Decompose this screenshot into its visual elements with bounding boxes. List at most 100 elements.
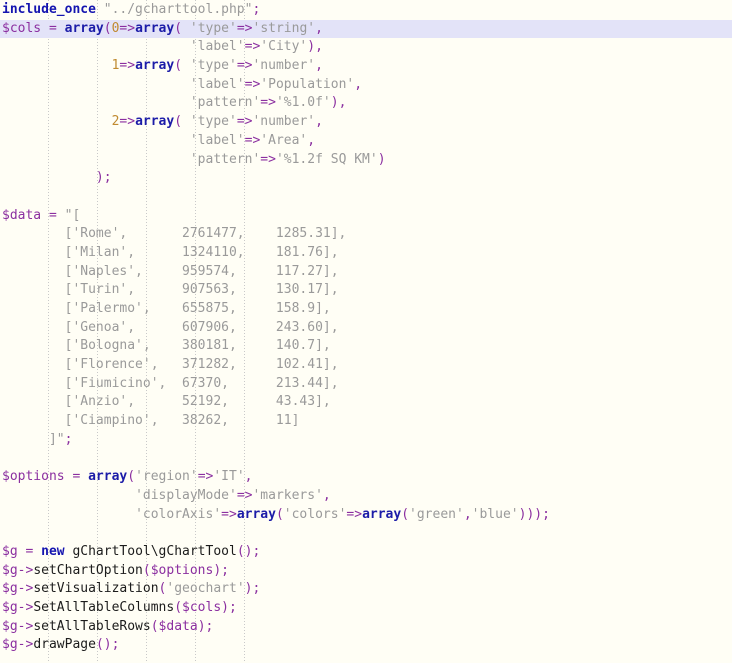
code-line[interactable]: ['Milan', 1324110, 181.76], bbox=[0, 244, 732, 263]
code-line[interactable]: 'colorAxis'=>array('colors'=>array('gree… bbox=[0, 506, 732, 525]
token-var: $g bbox=[2, 543, 18, 559]
code-line[interactable] bbox=[0, 524, 732, 543]
token-str: ['Milan', 1324110, 181.76], bbox=[2, 244, 339, 260]
code-line[interactable]: ['Bologna', 380181, 140.7], bbox=[0, 337, 732, 356]
token-punc: ); bbox=[244, 581, 261, 597]
code-line[interactable]: ['Fiumicino', 67370, 213.44], bbox=[0, 375, 732, 394]
token-op: => bbox=[244, 76, 261, 92]
code-line[interactable]: $options = array('region'=>'IT', bbox=[0, 468, 732, 487]
code-line[interactable]: $g->setChartOption($options); bbox=[0, 562, 732, 581]
token-str: ['Ciampino', 38262, 11] bbox=[2, 413, 300, 429]
token-op: => bbox=[260, 151, 276, 167]
token-str: 'Area' bbox=[260, 132, 308, 148]
code-line[interactable]: $g->setVisualization('geochart'); bbox=[0, 580, 732, 599]
token-op: -> bbox=[17, 618, 34, 634]
token-op: => bbox=[260, 95, 276, 111]
code-line[interactable]: 1=>array( 'type'=>'number', bbox=[0, 57, 732, 76]
code-line[interactable]: 'label'=>'City'), bbox=[0, 38, 732, 57]
code-line[interactable]: 'displayMode'=>'markers', bbox=[0, 487, 732, 506]
code-line[interactable]: ); bbox=[0, 169, 732, 188]
token-fn: array bbox=[236, 506, 276, 522]
token-fn: array bbox=[88, 469, 128, 485]
token-op: => bbox=[119, 114, 136, 130]
token-punc: , bbox=[307, 132, 316, 148]
token-op: => bbox=[197, 469, 214, 485]
token-cls: gChartTool\gChartTool bbox=[72, 543, 237, 559]
token-op: -> bbox=[17, 637, 34, 653]
token-var: $options bbox=[150, 562, 214, 578]
token-str: 'displayMode' bbox=[135, 487, 237, 503]
token-punc: ( bbox=[275, 506, 284, 522]
token-punc: ( bbox=[150, 618, 159, 634]
code-line[interactable]: 'pattern'=>'%1.2f SQ KM') bbox=[0, 151, 732, 170]
token-str: ['Florence', 371282, 102.41], bbox=[2, 357, 339, 373]
token-punc: ), bbox=[330, 95, 347, 111]
code-line[interactable]: ['Turin', 907563, 130.17], bbox=[0, 281, 732, 300]
token-punc: (); bbox=[95, 637, 120, 653]
token-op: = bbox=[48, 207, 57, 223]
token-fn: array bbox=[135, 58, 175, 74]
token-str: 'type' bbox=[189, 114, 237, 130]
token-str: ['Genoa', 607906, 243.60], bbox=[2, 319, 339, 335]
code-line[interactable]: 'label'=>'Area', bbox=[0, 132, 732, 151]
token-punc: ); bbox=[95, 170, 112, 186]
token-op: => bbox=[221, 506, 237, 522]
code-line[interactable]: $g = new gChartTool\gChartTool(); bbox=[0, 543, 732, 562]
token-punc: , bbox=[322, 487, 331, 503]
token-str: ['Bologna', 380181, 140.7], bbox=[2, 338, 331, 354]
code-line[interactable] bbox=[0, 188, 732, 207]
token-str: 'number' bbox=[252, 114, 316, 130]
token-cls: setVisualization bbox=[33, 581, 159, 597]
token-str: 'label' bbox=[189, 76, 245, 92]
token-cls: drawPage bbox=[33, 637, 96, 653]
token-str: 'IT' bbox=[213, 469, 245, 485]
code-line[interactable]: ]"; bbox=[0, 431, 732, 450]
code-line[interactable]: ['Naples', 959574, 117.27], bbox=[0, 263, 732, 282]
code-line[interactable]: ['Florence', 371282, 102.41], bbox=[0, 356, 732, 375]
token-op: => bbox=[244, 132, 261, 148]
token-punc: , bbox=[315, 114, 323, 130]
code-line[interactable]: $data = "[ bbox=[0, 207, 732, 226]
code-line[interactable]: ['Anzio', 52192, 43.43], bbox=[0, 393, 732, 412]
token-op: -> bbox=[17, 562, 34, 578]
code-line[interactable]: 'pattern'=>'%1.0f'), bbox=[0, 94, 732, 113]
token-str: 'pattern' bbox=[189, 95, 261, 111]
code-viewer[interactable]: include_once "../gcharttool.php"; $cols =… bbox=[0, 0, 732, 663]
code-line[interactable]: ['Ciampino', 38262, 11] bbox=[0, 412, 732, 431]
token-kw: include_once bbox=[2, 2, 96, 17]
code-line[interactable]: ['Genoa', 607906, 243.60], bbox=[0, 319, 732, 338]
token-punc: ))); bbox=[518, 506, 550, 522]
token-str: ['Fiumicino', 67370, 213.44], bbox=[2, 375, 339, 391]
code-content[interactable]: include_once "../gcharttool.php"; $cols =… bbox=[0, 0, 732, 655]
code-line[interactable]: ['Rome', 2761477, 1285.31], bbox=[0, 225, 732, 244]
code-line[interactable]: $g->setAllTableRows($data); bbox=[0, 618, 732, 637]
token-punc: ( bbox=[174, 58, 190, 74]
token-var: $g bbox=[2, 600, 18, 615]
code-line[interactable]: ['Palermo', 655875, 158.9], bbox=[0, 300, 732, 319]
code-line[interactable]: 2=>array( 'type'=>'number', bbox=[0, 113, 732, 132]
code-line[interactable]: $g->SetAllTableColumns($cols); bbox=[0, 599, 732, 618]
token-cls: setChartOption bbox=[33, 562, 143, 578]
code-line[interactable]: 'label'=>'Population', bbox=[0, 76, 732, 95]
token-kw: new bbox=[41, 543, 65, 559]
token-fn: array bbox=[64, 20, 104, 36]
code-line[interactable]: include_once "../gcharttool.php"; bbox=[0, 1, 732, 20]
token-str: ['Rome', 2761477, 1285.31], bbox=[2, 226, 347, 242]
token-str: 'markers' bbox=[252, 487, 323, 503]
token-str: 'green' bbox=[409, 506, 464, 522]
token-punc: ( bbox=[103, 20, 112, 36]
code-line[interactable] bbox=[0, 450, 732, 469]
token-str: 'label' bbox=[189, 132, 245, 148]
token-punc: ( bbox=[127, 469, 136, 485]
token-str: '%1.2f SQ KM' bbox=[275, 151, 378, 167]
code-line[interactable]: $cols = array(0=>array( 'type'=>'string'… bbox=[0, 19, 732, 39]
token-op: => bbox=[236, 58, 253, 74]
code-line[interactable]: $g->drawPage(); bbox=[0, 636, 732, 655]
